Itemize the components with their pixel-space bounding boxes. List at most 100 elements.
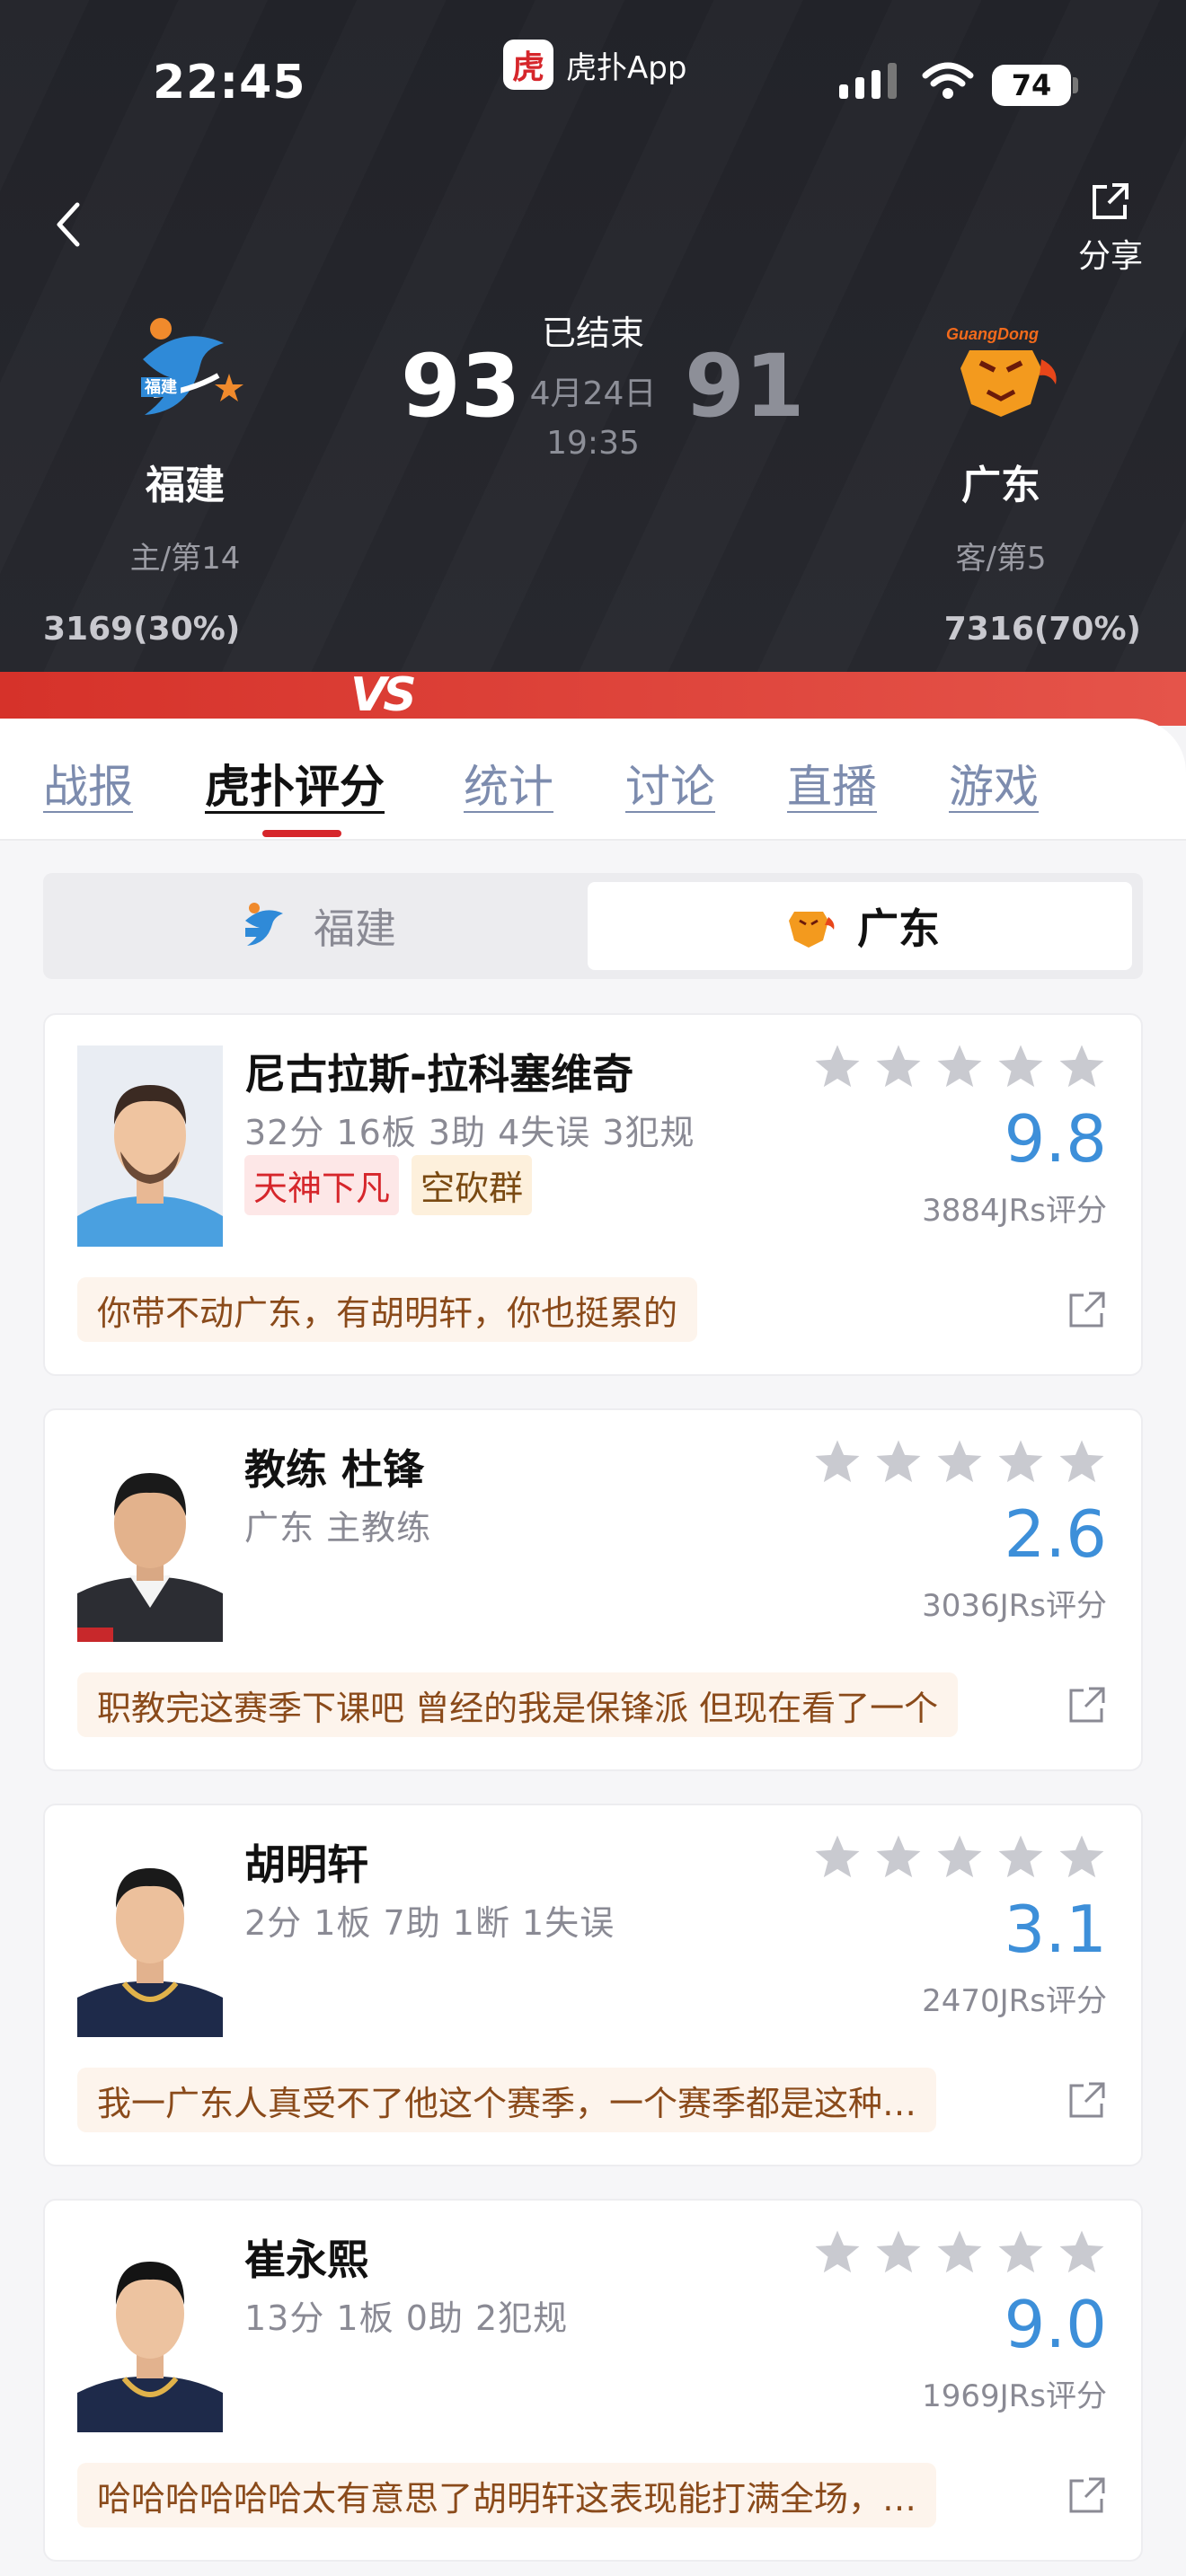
rating-stars[interactable]: [812, 1437, 1107, 1487]
player-rating: 2.6: [1004, 1496, 1107, 1572]
star-icon[interactable]: [812, 1437, 863, 1487]
switch-option-home[interactable]: 福建: [43, 882, 589, 970]
star-icon[interactable]: [873, 1042, 924, 1092]
share-button[interactable]: 分享: [1067, 180, 1154, 277]
away-support-count: 7316(70%): [943, 611, 1141, 648]
cellular-signal-icon: [839, 63, 897, 99]
away-team[interactable]: GuangDong 广东 客/第5: [875, 305, 1127, 578]
top-comment[interactable]: 我一广东人真受不了他这个赛季，一个赛季都是这种…: [77, 2068, 937, 2132]
player-stats: 32分 16板 3助 4失误 3犯规: [244, 1113, 695, 1152]
app-name: 虎扑App: [566, 49, 687, 86]
player-rating: 9.8: [1004, 1101, 1107, 1177]
player-tags: 天神下凡 空砍群: [244, 1155, 533, 1215]
star-icon[interactable]: [996, 1437, 1046, 1487]
player-tag[interactable]: 空砍群: [412, 1155, 533, 1215]
open-external-icon[interactable]: [1067, 2080, 1107, 2120]
vs-band: [0, 672, 1186, 726]
open-external-icon[interactable]: [1067, 1290, 1107, 1329]
star-icon[interactable]: [812, 2228, 863, 2278]
star-icon[interactable]: [873, 1437, 924, 1487]
match-date: 4月24日: [529, 375, 657, 412]
rating-card[interactable]: 崔永熙 13分 1板 0助 2犯规 9.0 1969JRs评分 哈哈哈哈哈哈太有…: [43, 2199, 1143, 2562]
guangdong-team-logo: GuangDong: [946, 325, 1057, 417]
top-comment[interactable]: 你带不动广东，有胡明轩，你也挺累的: [77, 1277, 698, 1342]
star-icon[interactable]: [1057, 1832, 1107, 1883]
back-button[interactable]: [50, 199, 86, 250]
star-icon[interactable]: [1057, 1042, 1107, 1092]
guangdong-mini-logo: [789, 912, 835, 948]
tab-report[interactable]: 战报: [43, 751, 133, 816]
tab-discussion[interactable]: 讨论: [625, 751, 715, 816]
player-stats: 2分 1板 7助 1断 1失误: [244, 1903, 615, 1943]
player-tag[interactable]: 天神下凡: [244, 1155, 400, 1215]
rating-card[interactable]: 尼古拉斯-拉科塞维奇 32分 16板 3助 4失误 3犯规 天神下凡 空砍群 9…: [43, 1013, 1143, 1376]
star-icon[interactable]: [812, 1042, 863, 1092]
star-icon[interactable]: [934, 1437, 985, 1487]
tab-stats[interactable]: 统计: [464, 751, 553, 816]
vs-mark: VS: [350, 668, 417, 722]
home-team[interactable]: 福建 福建 主/第14: [59, 305, 311, 578]
open-external-icon[interactable]: [1067, 1685, 1107, 1725]
star-icon[interactable]: [1057, 1437, 1107, 1487]
rating-stars[interactable]: [812, 2228, 1107, 2278]
player-rating: 3.1: [1004, 1892, 1107, 1967]
match-info: 已结束 4月24日 19:35: [503, 305, 683, 462]
app-badge: 虎 虎扑App: [503, 40, 686, 90]
star-icon[interactable]: [934, 1042, 985, 1092]
match-time: 19:35: [546, 425, 640, 462]
switch-home-label: 福建: [314, 904, 396, 953]
star-icon[interactable]: [934, 2228, 985, 2278]
fujian-team-logo: 福建: [141, 318, 243, 415]
rating-stars[interactable]: [812, 1832, 1107, 1883]
battery-tip: [1073, 77, 1078, 93]
star-icon[interactable]: [873, 1832, 924, 1883]
svg-text:GuangDong: GuangDong: [946, 325, 1039, 343]
player-stats: 广东 主教练: [244, 1508, 432, 1548]
star-icon[interactable]: [996, 1042, 1046, 1092]
open-external-icon[interactable]: [1067, 2475, 1107, 2515]
rating-stars[interactable]: [812, 1042, 1107, 1092]
player-name: 崔永熙: [244, 2236, 368, 2284]
battery-indicator: 74: [992, 65, 1071, 106]
star-icon[interactable]: [996, 1832, 1046, 1883]
player-name: 教练 杜锋: [244, 1445, 425, 1494]
rating-count: 1969JRs评分: [922, 2378, 1107, 2414]
player-name: 尼古拉斯-拉科塞维奇: [244, 1050, 634, 1098]
active-tab-indicator: [262, 830, 341, 837]
wifi-icon: [922, 62, 974, 99]
player-name: 胡明轩: [244, 1840, 368, 1889]
share-icon: [1093, 183, 1128, 219]
app-logo: 虎: [503, 40, 553, 90]
match-header: 22:45 虎 虎扑App 74 分享 福建 福建 主/第14 3169(30%…: [0, 0, 1186, 672]
star-icon[interactable]: [873, 2228, 924, 2278]
team-switcher: 福建 广东: [43, 873, 1143, 979]
rating-count: 3036JRs评分: [922, 1588, 1107, 1624]
status-time: 22:45: [153, 56, 306, 110]
home-support-count: 3169(30%): [43, 611, 241, 648]
fujian-mini-logo: [245, 903, 283, 946]
share-label: 分享: [1077, 238, 1143, 275]
star-icon[interactable]: [934, 1832, 985, 1883]
player-avatar: [77, 1045, 223, 1247]
home-team-name: 福建: [146, 463, 225, 508]
tab-live[interactable]: 直播: [787, 751, 877, 816]
player-stats: 13分 1板 0助 2犯规: [244, 2298, 569, 2338]
rating-count: 3884JRs评分: [922, 1193, 1107, 1229]
away-team-rank: 客/第5: [955, 541, 1047, 577]
rating-card[interactable]: 教练 杜锋 广东 主教练 2.6 3036JRs评分 职教完这赛季下课吧 曾经的…: [43, 1408, 1143, 1771]
star-icon[interactable]: [996, 2228, 1046, 2278]
top-comment[interactable]: 哈哈哈哈哈哈太有意思了胡明轩这表现能打满全场，…: [77, 2463, 937, 2527]
coach-avatar: [77, 1441, 223, 1642]
player-rating: 9.0: [1004, 2287, 1107, 2362]
rating-count: 2470JRs评分: [922, 1983, 1107, 2019]
star-icon[interactable]: [812, 1832, 863, 1883]
switch-option-away[interactable]: 广东: [588, 882, 1132, 970]
rating-card[interactable]: 胡明轩 2分 1板 7助 1断 1失误 3.1 2470JRs评分 我一广东人真…: [43, 1804, 1143, 2166]
top-comment[interactable]: 职教完这赛季下课吧 曾经的我是保锋派 但现在看了一个: [77, 1672, 959, 1737]
away-score: 91: [685, 336, 805, 437]
tab-hupu-rating[interactable]: 虎扑评分: [205, 751, 385, 816]
star-icon[interactable]: [1057, 2228, 1107, 2278]
tab-games[interactable]: 游戏: [949, 751, 1039, 816]
player-avatar: [77, 2231, 223, 2432]
home-team-rank: 主/第14: [129, 541, 241, 577]
